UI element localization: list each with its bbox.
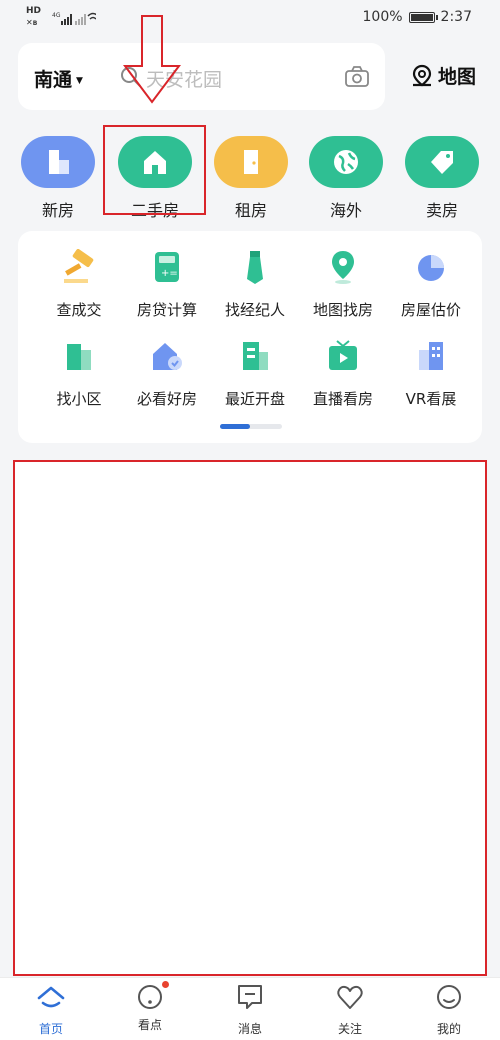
service-new-openings[interactable]: 最近开盘 [210, 338, 300, 409]
caret-down-icon: ▼ [76, 76, 83, 86]
service-must-see[interactable]: 必看好房 [122, 338, 212, 409]
category-sell[interactable]: 卖房 [404, 136, 480, 221]
content-area-highlight [13, 460, 487, 976]
location-pin-icon [332, 251, 354, 284]
service-community[interactable]: 找小区 [34, 338, 124, 409]
category-label: 租房 [234, 201, 267, 220]
tab-label: 我的 [436, 1022, 461, 1036]
tab-label: 消息 [237, 1022, 262, 1036]
category-label: 卖房 [425, 201, 458, 220]
service-label: 找小区 [56, 390, 102, 408]
service-label: 查成交 [56, 301, 102, 319]
service-label: VR看展 [405, 390, 457, 408]
category-overseas[interactable]: 海外 [308, 136, 384, 221]
service-map-search[interactable]: 地图找房 [298, 249, 388, 320]
tab-home[interactable]: 首页 [16, 982, 86, 1037]
tv-play-icon [329, 340, 357, 370]
compass-icon [135, 981, 169, 1012]
service-label: 地图找房 [312, 301, 373, 319]
service-deals[interactable]: 查成交 [34, 248, 124, 320]
community-icon [67, 344, 91, 370]
annotation-highlight-box [103, 125, 206, 215]
tie-icon [247, 251, 263, 284]
map-button[interactable]: 地图 [410, 62, 476, 89]
notification-dot [162, 981, 169, 988]
tab-label: 首页 [38, 1022, 63, 1036]
clock: 2:37 [440, 9, 472, 25]
svg-text:+=: += [161, 268, 178, 279]
message-icon [238, 985, 262, 1009]
hd-badge: HD [26, 6, 42, 16]
vr-building-icon [419, 342, 443, 370]
signal-icon: 4G [52, 12, 96, 25]
tab-label: 看点 [137, 1018, 162, 1032]
door-icon [214, 136, 288, 188]
bottom-tab-bar: 首页 看点 消息 关注 我的 [0, 977, 500, 1040]
battery-icon [408, 11, 438, 23]
camera-icon[interactable] [344, 64, 370, 90]
map-label: 地图 [438, 66, 477, 88]
status-bar: HD ✕B 4G 100% 2:37 [0, 0, 500, 38]
annotation-arrow-icon [123, 15, 181, 104]
service-label: 找经纪人 [224, 301, 285, 319]
page-indicator [220, 424, 282, 429]
map-pin-icon [412, 64, 432, 86]
city-selector[interactable]: 南通 ▼ [34, 65, 83, 92]
calculator-icon: += [155, 252, 179, 282]
status-right: 100% 2:37 [363, 9, 472, 25]
tab-label: 关注 [337, 1022, 362, 1036]
svg-text:4G: 4G [52, 12, 61, 19]
category-label: 新房 [41, 201, 74, 220]
service-valuation[interactable]: 房屋估价 [386, 249, 476, 320]
service-label: 最近开盘 [224, 390, 285, 408]
home-icon [37, 986, 65, 1008]
service-mortgage-calc[interactable]: += 房贷计算 [122, 249, 212, 320]
house-badge-icon [153, 343, 182, 370]
tab-follow[interactable]: 关注 [315, 982, 385, 1037]
service-label: 房屋估价 [400, 301, 461, 319]
pie-chart-icon [418, 255, 444, 281]
tab-profile[interactable]: 我的 [414, 982, 484, 1037]
services-card: 查成交 += 房贷计算 找经纪人 地图找房 房屋估价 找小区 必看好房 最近开盘… [18, 231, 482, 443]
category-rent[interactable]: 租房 [213, 136, 289, 221]
city-label: 南通 [34, 69, 73, 91]
status-badges: HD ✕B [26, 6, 42, 27]
building-icon [21, 136, 95, 188]
tab-highlights[interactable]: 看点 [115, 981, 185, 1033]
search-bar[interactable]: 南通 ▼ 天安花园 [18, 43, 385, 110]
profile-icon [437, 985, 461, 1009]
service-find-agent[interactable]: 找经纪人 [210, 249, 300, 320]
service-label: 房贷计算 [136, 301, 197, 319]
tag-icon [405, 136, 479, 188]
category-new-home[interactable]: 新房 [20, 136, 96, 221]
service-live-tour[interactable]: 直播看房 [298, 338, 388, 409]
service-vr-tour[interactable]: VR看展 [386, 338, 476, 409]
service-label: 直播看房 [312, 390, 373, 408]
service-label: 必看好房 [136, 390, 197, 408]
hammer-icon [64, 248, 94, 283]
battery-percent: 100% [362, 9, 403, 25]
heart-icon [337, 985, 363, 1009]
tab-messages[interactable]: 消息 [215, 982, 285, 1037]
category-label: 海外 [329, 201, 362, 220]
globe-icon [309, 136, 383, 188]
building-icon [243, 342, 268, 370]
